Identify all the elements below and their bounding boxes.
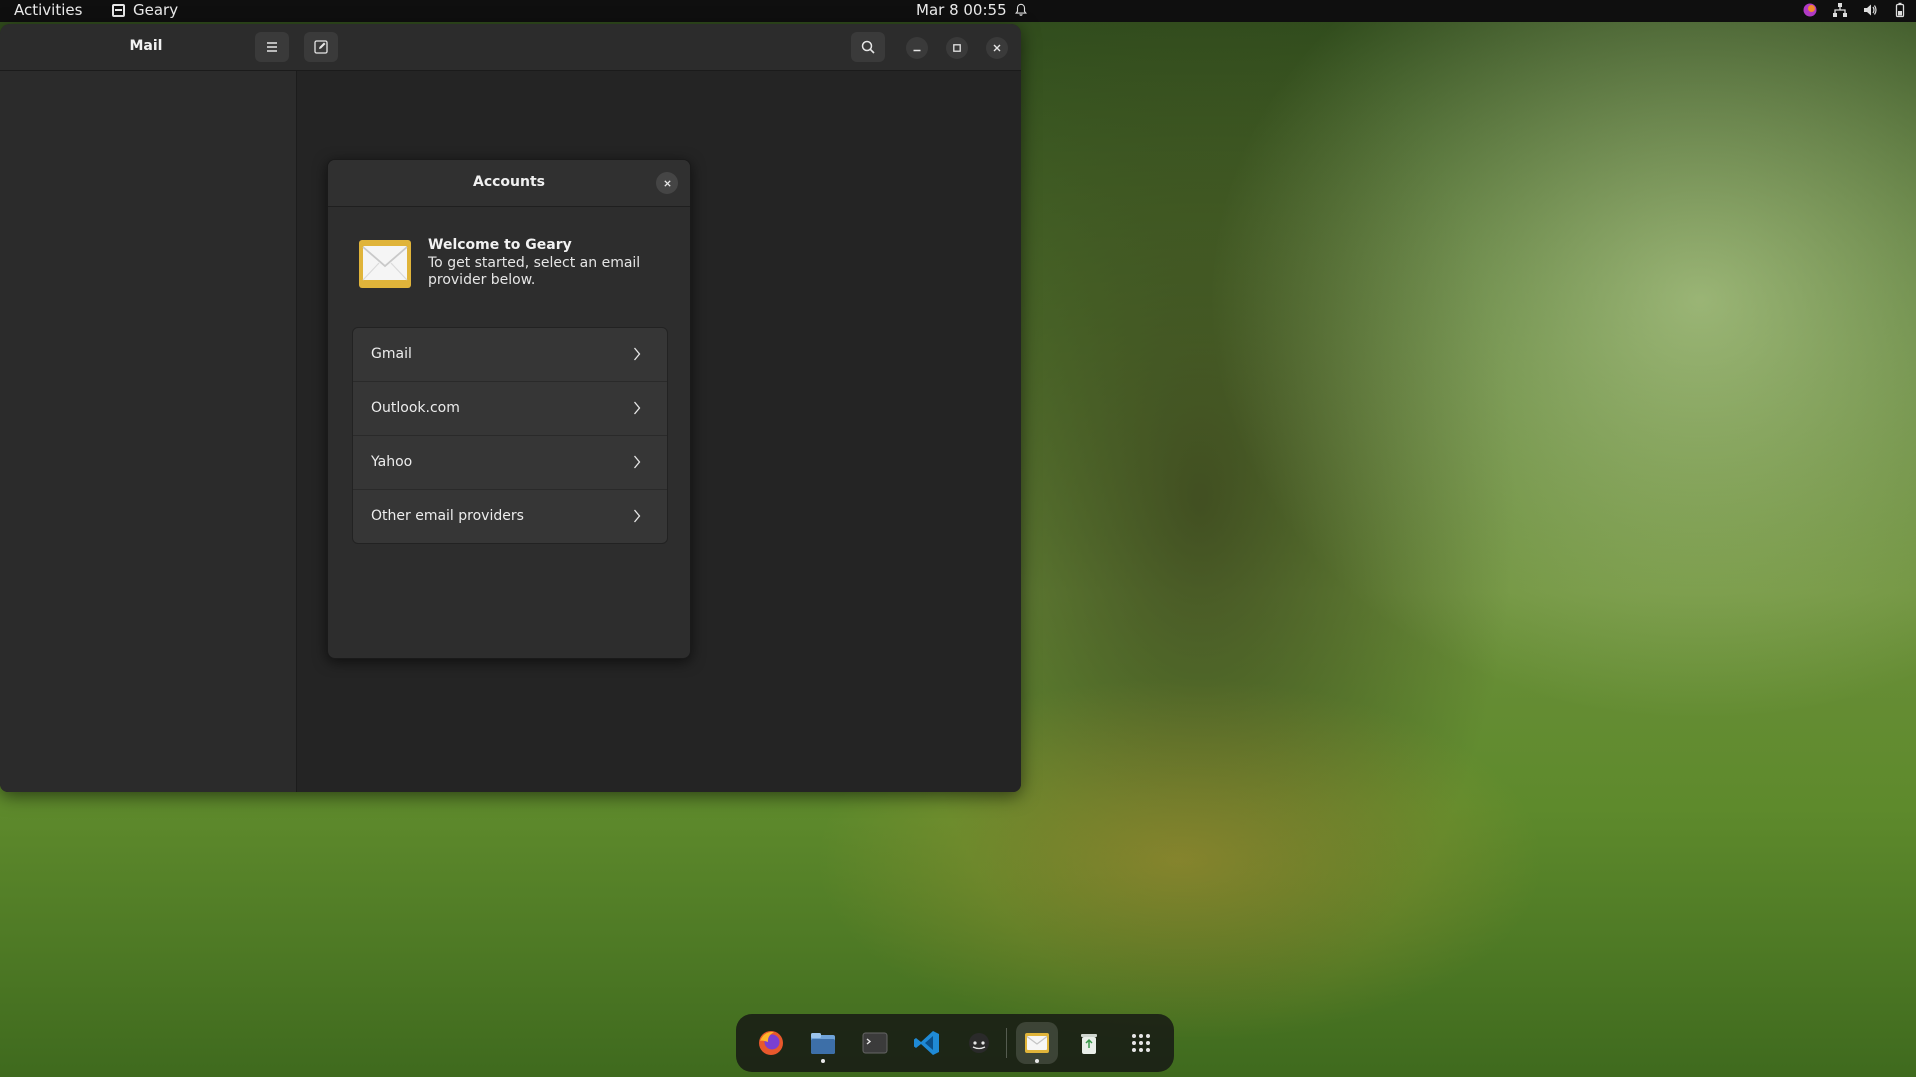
welcome-title: Welcome to Geary — [428, 237, 572, 253]
dock-geary[interactable] — [1016, 1022, 1058, 1064]
chevron-right-icon — [634, 401, 641, 415]
compose-icon — [314, 40, 328, 54]
provider-label: Yahoo — [371, 454, 413, 470]
color-app-indicator-icon[interactable] — [1802, 2, 1818, 18]
network-icon[interactable] — [1832, 2, 1848, 18]
firefox-icon — [759, 1031, 783, 1055]
clock[interactable]: Mar 8 00:55 — [916, 1, 1007, 19]
welcome-text: To get started, select an email provider… — [428, 255, 641, 288]
show-apps-icon — [1132, 1034, 1150, 1052]
search-icon — [861, 40, 875, 54]
maximize-button[interactable] — [946, 37, 968, 59]
dock-terminal[interactable] — [854, 1022, 896, 1064]
dialog-header: Accounts — [328, 160, 690, 207]
dock-trash[interactable] — [1068, 1022, 1110, 1064]
provider-label: Other email providers — [371, 508, 524, 524]
provider-gmail[interactable]: Gmail — [353, 328, 667, 382]
geary-window: Mail Accounts Welcome to Geary To get st… — [0, 24, 1021, 792]
minimize-button[interactable] — [906, 37, 928, 59]
geary-app-icon — [112, 3, 125, 17]
window-title: Mail — [129, 38, 163, 54]
provider-yahoo[interactable]: Yahoo — [353, 436, 667, 490]
vscode-icon — [914, 1031, 939, 1055]
dock-files[interactable] — [802, 1022, 844, 1064]
app-menu[interactable]: Geary — [112, 1, 178, 19]
hamburger-menu-icon — [267, 42, 277, 52]
compose-button[interactable] — [304, 32, 338, 62]
system-tray[interactable] — [1802, 2, 1908, 18]
running-indicator — [821, 1059, 825, 1063]
search-button[interactable] — [851, 32, 885, 62]
main-menu-button[interactable] — [255, 32, 289, 62]
close-icon — [993, 44, 1001, 52]
dock-firefox[interactable] — [750, 1022, 792, 1064]
terminal-icon — [862, 1032, 888, 1054]
provider-list: Gmail Outlook.com Yahoo Other email prov… — [352, 327, 668, 544]
dock-vscode[interactable] — [906, 1022, 948, 1064]
activities-button[interactable]: Activities — [14, 1, 82, 19]
provider-label: Outlook.com — [371, 400, 460, 416]
top-bar: Activities Geary Mar 8 00:55 — [0, 0, 1916, 22]
provider-outlook[interactable]: Outlook.com — [353, 382, 667, 436]
running-indicator — [1035, 1059, 1039, 1063]
close-icon — [663, 179, 671, 187]
close-window-button[interactable] — [986, 37, 1008, 59]
chevron-right-icon — [634, 509, 641, 523]
dock-app[interactable] — [958, 1022, 1000, 1064]
geary-mail-icon — [1025, 1033, 1049, 1053]
header-bar: Mail — [0, 24, 1021, 71]
chevron-right-icon — [634, 347, 641, 361]
dialog-close-button[interactable] — [656, 172, 678, 194]
dock — [736, 1014, 1174, 1072]
files-icon — [811, 1033, 835, 1054]
trash-icon — [1081, 1034, 1097, 1054]
provider-label: Gmail — [371, 346, 412, 362]
battery-icon[interactable] — [1892, 2, 1908, 18]
dock-show-apps[interactable] — [1120, 1022, 1162, 1064]
minimize-icon — [913, 49, 921, 52]
app-menu-label: Geary — [133, 1, 179, 19]
volume-icon[interactable] — [1862, 2, 1878, 18]
maximize-icon — [953, 44, 961, 52]
mail-envelope-icon — [359, 240, 411, 288]
app-icon — [969, 1033, 989, 1053]
notification-bell-icon[interactable] — [1014, 3, 1028, 17]
dock-separator — [1006, 1028, 1007, 1058]
accounts-dialog: Accounts Welcome to Geary To get started… — [327, 159, 691, 659]
chevron-right-icon — [634, 455, 641, 469]
provider-other[interactable]: Other email providers — [353, 490, 667, 543]
folder-sidebar — [0, 71, 297, 792]
dialog-title: Accounts — [472, 174, 545, 190]
